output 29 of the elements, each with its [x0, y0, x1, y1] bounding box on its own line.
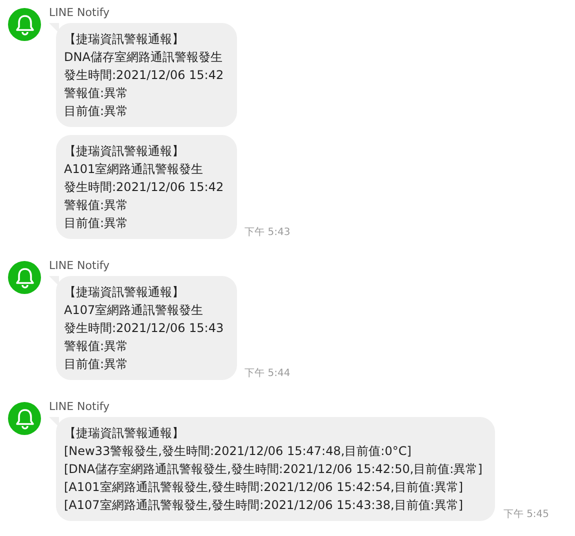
message-line: 【捷瑞資訊警報通報】	[64, 425, 185, 442]
message-line: A101室網路通訊警報發生	[64, 161, 204, 178]
timestamp: 下午 5:44	[244, 367, 290, 380]
message-line: [A107室網路通訊警報發生,發生時間:2021/12/06 15:43:38,目前值:異常]	[64, 497, 464, 514]
message-line: [DNA儲存室網路通訊警報發生,發生時間:2021/12/06 15:42:50,目前值:異常]	[64, 461, 482, 478]
message-line: [A101室網路通訊警報發生,發生時間:2021/12/06 15:42:54,目前值:異常]	[64, 479, 464, 496]
message-line: A107室網路通訊警報發生	[64, 302, 204, 319]
timestamp: 下午 5:45	[503, 508, 550, 521]
bell-icon	[14, 266, 34, 288]
sender-name: LINE Notify	[49, 400, 111, 414]
message-line: 發生時間:2021/12/06 15:43	[64, 320, 224, 337]
message-line: 目前值:異常	[64, 103, 130, 120]
message-line: DNA儲存室網路通訊警報發生	[64, 49, 224, 66]
message-line: 發生時間:2021/12/06 15:42	[64, 67, 224, 84]
sender-name: LINE Notify	[49, 259, 111, 273]
sender-name: LINE Notify	[49, 6, 111, 20]
message-line: 目前值:異常	[64, 356, 130, 373]
bell-icon	[14, 408, 34, 430]
message-line: 【捷瑞資訊警報通報】	[64, 31, 185, 48]
message-line: 【捷瑞資訊警報通報】	[64, 143, 185, 160]
timestamp: 下午 5:43	[244, 226, 290, 239]
message-line: 警報值:異常	[64, 85, 130, 102]
message-line: 警報值:異常	[64, 197, 130, 214]
message-line: 【捷瑞資訊警報通報】	[64, 284, 185, 301]
message-line: [New33警報發生,發生時間:2021/12/06 15:47:48,目前值:0°C]	[64, 443, 412, 460]
message-line: 目前值:異常	[64, 215, 130, 232]
bell-icon	[14, 14, 34, 36]
message-line: 警報值:異常	[64, 338, 130, 355]
message-line: 發生時間:2021/12/06 15:42	[64, 179, 224, 196]
